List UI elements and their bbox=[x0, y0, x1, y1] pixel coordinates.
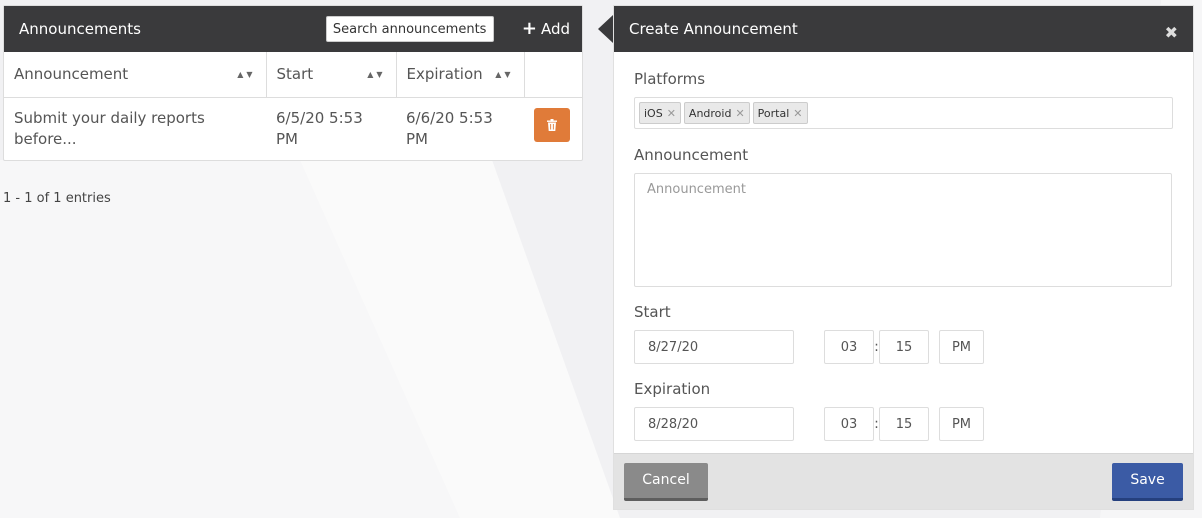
column-label: Expiration bbox=[406, 65, 483, 84]
start-label: Start bbox=[634, 303, 671, 321]
save-button[interactable]: Save bbox=[1112, 462, 1183, 501]
remove-tag-icon[interactable]: ✕ bbox=[735, 107, 744, 120]
column-label: Start bbox=[276, 65, 314, 84]
announcement-textarea[interactable] bbox=[634, 173, 1172, 287]
start-date-input[interactable] bbox=[634, 330, 794, 364]
pagination-info: 1 - 1 of 1 entries bbox=[3, 191, 111, 206]
platform-tag-portal: Portal ✕ bbox=[752, 102, 808, 124]
announcements-panel: Announcements + Add Announcement ▲▼ Star… bbox=[3, 5, 583, 161]
close-icon[interactable]: ✖ bbox=[1165, 23, 1178, 42]
column-header-announcement[interactable]: Announcement ▲▼ bbox=[4, 52, 267, 98]
expiration-minute-input[interactable] bbox=[879, 407, 929, 441]
expiration-hour-input[interactable] bbox=[824, 407, 874, 441]
start-minute-input[interactable] bbox=[879, 330, 929, 364]
table-row[interactable]: Submit your daily reports before... 6/5/… bbox=[4, 97, 582, 160]
remove-tag-icon[interactable]: ✕ bbox=[793, 107, 802, 120]
panel-title: Announcements bbox=[19, 20, 141, 38]
start-datetime: : PM bbox=[634, 330, 1173, 364]
platform-tag-android: Android ✕ bbox=[683, 102, 750, 124]
modal-title: Create Announcement bbox=[629, 20, 798, 38]
platform-tag-ios: iOS ✕ bbox=[639, 102, 681, 124]
announcements-table: Announcement ▲▼ Start ▲▼ Expiration ▲▼ S… bbox=[4, 52, 582, 160]
cell-actions bbox=[524, 97, 582, 160]
cell-announcement: Submit your daily reports before... bbox=[14, 108, 205, 148]
column-label: Announcement bbox=[14, 65, 129, 84]
sort-icon[interactable]: ▲▼ bbox=[237, 70, 255, 79]
sort-icon[interactable]: ▲▼ bbox=[495, 70, 513, 79]
announcements-header: Announcements + Add bbox=[4, 6, 582, 52]
tag-label: Portal bbox=[757, 106, 790, 120]
column-header-expiration[interactable]: Expiration ▲▼ bbox=[396, 52, 525, 98]
delete-button[interactable] bbox=[534, 107, 570, 142]
expiration-ampm-toggle[interactable]: PM bbox=[939, 407, 984, 441]
expiration-label: Expiration bbox=[634, 380, 711, 398]
tag-label: iOS bbox=[644, 106, 663, 120]
modal-body: Platforms iOS ✕ Android ✕ Portal ✕ Annou… bbox=[614, 52, 1193, 441]
column-header-start[interactable]: Start ▲▼ bbox=[266, 52, 397, 98]
modal-header: Create Announcement ✖ bbox=[614, 6, 1193, 52]
modal-footer: Cancel Save bbox=[614, 453, 1193, 509]
tag-label: Android bbox=[688, 106, 732, 120]
plus-icon: + bbox=[521, 18, 537, 39]
cell-start: 6/5/20 5:53 PM bbox=[276, 108, 363, 148]
create-announcement-modal: Create Announcement ✖ Platforms iOS ✕ An… bbox=[613, 5, 1194, 510]
platforms-input[interactable]: iOS ✕ Android ✕ Portal ✕ bbox=[634, 97, 1173, 129]
announcement-label: Announcement bbox=[634, 146, 749, 164]
start-ampm-toggle[interactable]: PM bbox=[939, 330, 984, 364]
column-header-actions bbox=[524, 52, 582, 98]
cell-expiration: 6/6/20 5:53 PM bbox=[406, 108, 493, 148]
expiration-datetime: : PM bbox=[634, 407, 1173, 441]
search-input[interactable] bbox=[325, 16, 494, 42]
add-label: Add bbox=[540, 20, 570, 38]
remove-tag-icon[interactable]: ✕ bbox=[667, 107, 676, 120]
trash-icon bbox=[547, 118, 557, 131]
expiration-date-input[interactable] bbox=[634, 407, 794, 441]
cancel-button[interactable]: Cancel bbox=[624, 462, 708, 501]
platforms-label: Platforms bbox=[634, 70, 706, 88]
modal-pointer bbox=[598, 15, 613, 43]
add-button[interactable]: + Add bbox=[521, 18, 570, 39]
sort-icon[interactable]: ▲▼ bbox=[367, 70, 385, 79]
start-hour-input[interactable] bbox=[824, 330, 874, 364]
